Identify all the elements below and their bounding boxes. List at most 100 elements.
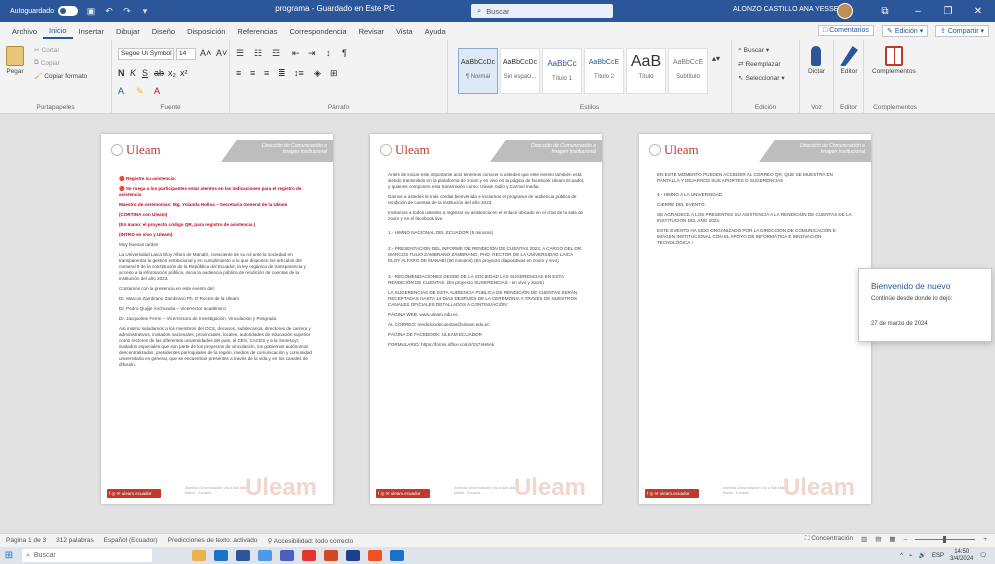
document-title[interactable]: programa - Guardado en Este PC <box>215 4 455 13</box>
sort-icon[interactable]: ↕ <box>326 48 331 58</box>
numbering-icon[interactable]: ☷ <box>254 48 262 59</box>
powerpoint-app-icon[interactable] <box>324 550 338 561</box>
customize-chevron-icon[interactable]: ▾ <box>139 5 151 17</box>
print-layout-icon[interactable]: ▤ <box>875 535 881 543</box>
restore-icon[interactable]: ❐ <box>933 0 963 22</box>
tab-diseno[interactable]: Diseño <box>146 27 181 36</box>
zoom-slider-thumb[interactable] <box>943 535 947 543</box>
highlight-icon[interactable]: ✎ <box>136 86 144 97</box>
tab-correspondencia[interactable]: Correspondencia <box>283 27 352 36</box>
decrease-indent-icon[interactable]: ⇤ <box>292 48 300 59</box>
language-indicator[interactable]: ESP <box>932 553 944 559</box>
text-predictions[interactable]: Predicciones de texto: activado <box>168 537 258 544</box>
comments-button[interactable]: □ Comentarios <box>818 25 874 36</box>
zoom-app-icon[interactable] <box>280 550 294 561</box>
share-button[interactable]: ⇪ Compartir ▾ <box>935 25 990 37</box>
user-name[interactable]: ALONZO CASTILLO ANA YESSENIA <box>733 6 850 13</box>
font-size-field[interactable]: 14 <box>176 48 196 60</box>
tab-archivo[interactable]: Archivo <box>6 27 43 36</box>
italic-icon[interactable]: K <box>130 68 136 78</box>
word-count[interactable]: 312 palabras <box>56 537 94 544</box>
bullets-icon[interactable]: ☰ <box>236 48 244 59</box>
underline-icon[interactable]: S <box>142 68 148 78</box>
popup-date-link[interactable]: 27 de marzo de 2024 <box>871 321 928 327</box>
windows-start-icon[interactable]: ⊞ <box>0 547 18 564</box>
autosave-switch[interactable] <box>57 6 78 16</box>
find-button[interactable]: ⌕ Buscar ▾ <box>738 46 769 54</box>
strikethrough-icon[interactable]: ab <box>154 68 164 78</box>
borders-icon[interactable]: ⊞ <box>330 68 338 79</box>
align-center-icon[interactable]: ≡ <box>250 68 255 78</box>
autosave-toggle[interactable]: Autoguardado <box>10 6 82 16</box>
tab-referencias[interactable]: Referencias <box>231 27 283 36</box>
redo-icon[interactable]: ↷ <box>121 5 133 17</box>
document-page-3[interactable]: Uleam Dirección de Comunicación e Imagen… <box>639 134 871 504</box>
accessibility-status[interactable]: ⚲ Accesibilidad: todo correcto <box>268 537 354 545</box>
clock[interactable]: 14:50 3/4/2024 <box>950 549 973 562</box>
tray-chevron-icon[interactable]: ^ <box>900 553 903 559</box>
read-mode-icon[interactable]: ▥ <box>861 535 867 543</box>
align-left-icon[interactable]: ≡ <box>236 68 241 78</box>
copy-button[interactable]: ⧉ Copiar <box>34 59 60 67</box>
avatar[interactable] <box>837 3 853 19</box>
app-icon[interactable] <box>390 550 404 561</box>
edit-mode-button[interactable]: ✎ Edición ▾ <box>882 25 929 37</box>
tab-revisar[interactable]: Revisar <box>353 27 390 36</box>
document-page-1[interactable]: Uleam Dirección de Comunicación e Imagen… <box>101 134 333 504</box>
style-heading-2[interactable]: AaBbCcE Título 2 <box>584 48 624 94</box>
web-layout-icon[interactable]: ▦ <box>889 535 895 543</box>
document-page-2[interactable]: Uleam Dirección de Comunicación e Imagen… <box>370 134 602 504</box>
tab-vista[interactable]: Vista <box>390 27 419 36</box>
app-icon[interactable] <box>346 550 360 561</box>
style-title[interactable]: AaB Título <box>626 48 666 94</box>
proofing-language[interactable]: Español (Ecuador) <box>104 537 158 544</box>
shrink-font-icon[interactable]: A˅ <box>216 48 227 58</box>
focus-button[interactable]: ⛶ Concentración <box>805 535 853 543</box>
zoom-slider[interactable] <box>915 535 976 543</box>
editor-button[interactable]: Editor <box>840 46 858 75</box>
shading-icon[interactable]: ◈ <box>314 68 321 79</box>
ribbon-display-icon[interactable]: ⧉ <box>870 0 900 22</box>
line-spacing-icon[interactable]: ↕≡ <box>294 68 304 78</box>
taskbar-search[interactable]: ⌕ Buscar <box>22 549 152 562</box>
subscript-icon[interactable]: x₂ <box>168 68 176 78</box>
select-button[interactable]: ↖ Seleccionar ▾ <box>738 74 785 83</box>
cut-button[interactable]: ✂ Cortar <box>34 46 60 55</box>
addins-button[interactable]: Complementos <box>872 46 916 75</box>
style-normal[interactable]: AaBbCcDc ¶ Normal <box>458 48 498 94</box>
replace-button[interactable]: ⇄ Reemplazar <box>738 60 781 69</box>
format-painter-button[interactable]: 🖌 Copiar formato <box>34 72 87 81</box>
tab-insertar[interactable]: Insertar <box>73 27 110 36</box>
style-heading-1[interactable]: AaBbCc Título 1 <box>542 48 582 94</box>
network-icon[interactable]: ⌁ <box>909 552 913 559</box>
file-explorer-icon[interactable] <box>192 550 206 561</box>
zoom-in-icon[interactable]: + <box>983 536 987 543</box>
font-name-field[interactable]: Segoe UI Symbol <box>118 48 174 60</box>
tab-ayuda[interactable]: Ayuda <box>419 27 452 36</box>
search-box[interactable]: ⌕ Buscar <box>471 4 613 18</box>
increase-indent-icon[interactable]: ⇥ <box>308 48 316 59</box>
notifications-icon[interactable]: 🗨 <box>979 552 987 559</box>
justify-icon[interactable]: ≣ <box>278 68 286 79</box>
undo-icon[interactable]: ↶ <box>103 5 115 17</box>
text-effects-icon[interactable]: A <box>118 86 124 96</box>
style-subtitle[interactable]: AaBbCcE Subtítulo <box>668 48 708 94</box>
minimize-icon[interactable]: – <box>903 0 933 22</box>
show-marks-icon[interactable]: ¶ <box>342 48 347 58</box>
styles-scroll-icon[interactable]: ▴▾ <box>712 54 720 63</box>
edge-icon[interactable] <box>258 550 272 561</box>
page-count[interactable]: Página 1 de 3 <box>6 537 46 544</box>
tab-disposicion[interactable]: Disposición <box>181 27 231 36</box>
chrome-icon[interactable] <box>368 550 382 561</box>
superscript-icon[interactable]: x² <box>180 68 188 78</box>
zoom-out-icon[interactable]: – <box>904 536 908 543</box>
word-app-icon[interactable] <box>236 550 250 561</box>
style-no-spacing[interactable]: AaBbCcDc Sin espaci... <box>500 48 540 94</box>
align-right-icon[interactable]: ≡ <box>264 68 269 78</box>
multilevel-list-icon[interactable]: ☲ <box>272 48 280 59</box>
document-canvas[interactable]: Uleam Dirección de Comunicación e Imagen… <box>0 114 995 533</box>
bold-icon[interactable]: N <box>118 68 125 78</box>
app-icon[interactable] <box>302 550 316 561</box>
dictate-button[interactable]: Dictar <box>808 46 825 75</box>
close-icon[interactable]: ✕ <box>963 0 993 22</box>
